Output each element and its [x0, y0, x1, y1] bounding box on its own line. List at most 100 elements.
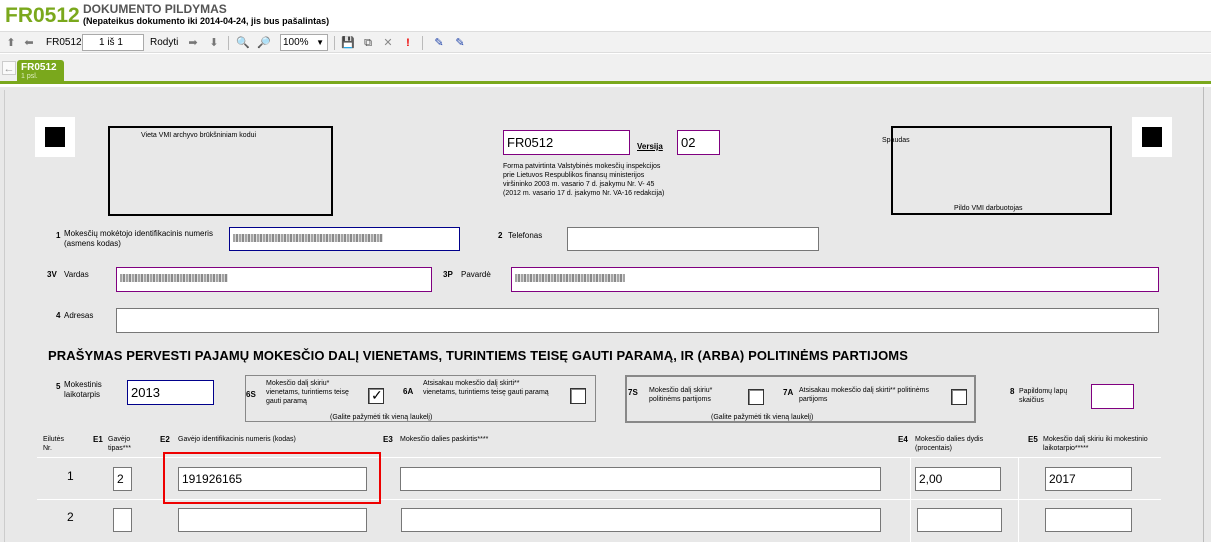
field-4-number: 4 [56, 311, 61, 320]
field-8-label: Papildomų lapų skaičius [1019, 388, 1068, 404]
prev-page-icon[interactable]: ⬅ [22, 36, 36, 50]
page-number-input[interactable]: 1 iš 1 [82, 34, 144, 51]
zoom-select[interactable]: 100% ▼ [280, 34, 328, 51]
field-3v-label: Vardas [64, 270, 89, 279]
field-6a-number: 6A [403, 387, 414, 396]
field-7s-label: Mokesčio dalį skiriu* politinėms partijo… [649, 387, 713, 403]
row-1-purpose-input[interactable] [400, 467, 881, 491]
col-e4-label: Mokesčio dalies dydis (procentais) [915, 436, 984, 452]
extra-pages-input[interactable] [1091, 384, 1134, 409]
redacted-value [233, 234, 383, 242]
edit-form-icon[interactable]: ✎ [432, 36, 446, 50]
group-note-7: (Galite pažymėti tik vieną laukelį) [711, 414, 814, 421]
address-input[interactable] [116, 308, 1159, 333]
approval-line-4: (2012 m. vasario 17 d. įsakymo Nr. VA-16… [503, 190, 665, 197]
tab-sublabel: 1 psl. [21, 73, 38, 80]
save-icon[interactable]: 💾 [341, 36, 355, 50]
page-title: DOKUMENTO PILDYMAS [83, 2, 227, 16]
approval-line-3: viršininko 2003 m. vasario 7 d. įsakymu … [503, 181, 655, 188]
tab-label: FR0512 [21, 62, 57, 73]
form-sheet: Vieta VMI archyvo brūkšniniam kodui FR05… [4, 90, 1204, 542]
approval-line-2: prie Lietuvos Respublikos finansų minist… [503, 172, 645, 179]
field-7a-checkbox[interactable] [951, 389, 967, 405]
field-3v-number: 3V [47, 270, 57, 279]
chevron-down-icon: ▼ [316, 38, 324, 47]
toolbar-form-label: FR0512 [46, 37, 82, 48]
field-1-number: 1 [56, 231, 61, 240]
filled-by-vmi-label: Pildo VMI darbuotojas [954, 205, 1023, 212]
support-units-group: 6S Mokesčio dalį skiriu* vienetams, turi… [245, 375, 596, 422]
version-field[interactable]: 02 [677, 130, 720, 155]
approval-line-1: Forma patvirtinta Valstybinės mokesčių i… [503, 163, 661, 170]
table-col-divider [1018, 457, 1019, 542]
zoom-in-icon[interactable]: 🔎 [257, 36, 271, 50]
col-e1-number: E1 [93, 435, 103, 444]
field-7s-number: 7S [628, 388, 638, 397]
col-e3-number: E3 [383, 435, 393, 444]
stamp-box: Spaudas Pildo VMI darbuotojas [882, 126, 1112, 215]
edit-list-icon[interactable]: ✎ [453, 36, 467, 50]
taxpayer-id-input[interactable] [229, 227, 460, 251]
show-button[interactable]: Rodyti [150, 35, 178, 50]
delete-icon[interactable]: ✕ [381, 36, 395, 50]
layers-icon[interactable]: ⧉ [361, 36, 375, 50]
app-header: FR0512 DOKUMENTO PILDYMAS (Nepateikus do… [0, 0, 1211, 31]
row-1-until-input[interactable]: 2017 [1045, 467, 1132, 491]
field-6s-checkbox[interactable]: ✓ [368, 387, 384, 404]
field-1-label: Mokesčių mokėtojo identifikacinis numeri… [64, 229, 213, 248]
field-2-label: Telefonas [508, 231, 543, 240]
form-code-title: FR0512 [5, 4, 80, 27]
section-heading: PRAŠYMAS PERVESTI PAJAMŲ MOKESČIO DALĮ V… [48, 348, 909, 363]
field-6a-checkbox[interactable] [570, 388, 586, 404]
corner-marker-right [1132, 117, 1172, 157]
zoom-out-icon[interactable]: 🔍 [236, 36, 250, 50]
col-e5-label: Mokesčio dalį skiriu iki mokestinio laik… [1043, 436, 1148, 452]
field-8-number: 8 [1010, 387, 1015, 396]
col-row-number: Eilutės Nr. [43, 436, 65, 452]
col-e2-label: Gavėjo identifikacinis numeris (kodas) [178, 436, 296, 443]
row-2-type-input[interactable] [113, 508, 132, 532]
next-page-icon[interactable]: ➡ [186, 36, 200, 50]
first-page-icon[interactable]: ⬆ [4, 36, 18, 50]
validate-icon[interactable]: ! [401, 36, 415, 50]
tab-fr0512[interactable]: FR0512 1 psl. [17, 60, 64, 84]
col-e4-number: E4 [898, 435, 908, 444]
form-area: Vieta VMI archyvo brūkšniniam kodui FR05… [0, 87, 1211, 542]
col-e2-number: E2 [160, 435, 170, 444]
page-subtitle: (Nepateikus dokumento iki 2014-04-24, ji… [83, 16, 330, 26]
row-2-percent-input[interactable] [917, 508, 1002, 532]
field-3p-number: 3P [443, 270, 453, 279]
redacted-value [515, 274, 625, 282]
form-code-field[interactable]: FR0512 [503, 130, 630, 155]
zoom-value: 100% [283, 37, 309, 48]
last-name-input[interactable] [511, 267, 1159, 292]
row-2-recipient-code-input[interactable] [178, 508, 367, 532]
row-2-number: 2 [67, 510, 74, 524]
field-7s-checkbox[interactable] [748, 389, 764, 405]
row-1-percent-input[interactable]: 2,00 [915, 467, 1001, 491]
stamp-label: Spaudas [882, 137, 910, 144]
field-2-number: 2 [498, 231, 503, 240]
field-4-label: Adresas [64, 311, 94, 320]
archive-label: Vieta VMI archyvo brūkšniniam kodui [141, 132, 257, 139]
row-1-number: 1 [67, 469, 74, 483]
first-name-input[interactable] [116, 267, 432, 292]
field-3p-label: Pavardė [461, 270, 491, 279]
field-6s-number: 6S [246, 390, 256, 399]
redacted-value [120, 274, 228, 282]
table-col-divider [910, 457, 911, 542]
field-7a-label: Atsisakau mokesčio dalį skirti** politin… [799, 387, 929, 403]
version-label: Versija [637, 142, 663, 151]
phone-input[interactable] [567, 227, 819, 251]
corner-marker-left [35, 117, 75, 157]
toolbar: ⬆ ⬅ FR0512 1 iš 1 Rodyti ➡ ⬇ 🔍 🔎 100% ▼ 💾… [0, 31, 1211, 53]
row-2-purpose-input[interactable] [401, 508, 881, 532]
political-parties-group: 7S Mokesčio dalį skiriu* politinėms part… [625, 375, 976, 423]
tax-period-input[interactable]: 2013 [127, 380, 214, 405]
row-1-type-input[interactable]: 2 [113, 467, 132, 491]
archive-barcode-box: Vieta VMI archyvo brūkšniniam kodui [108, 126, 333, 216]
row-2-until-input[interactable] [1045, 508, 1132, 532]
col-e3-label: Mokesčio dalies paskirtis**** [400, 436, 489, 443]
back-arrow-icon[interactable]: ← [2, 61, 16, 75]
last-page-icon[interactable]: ⬇ [207, 36, 221, 50]
